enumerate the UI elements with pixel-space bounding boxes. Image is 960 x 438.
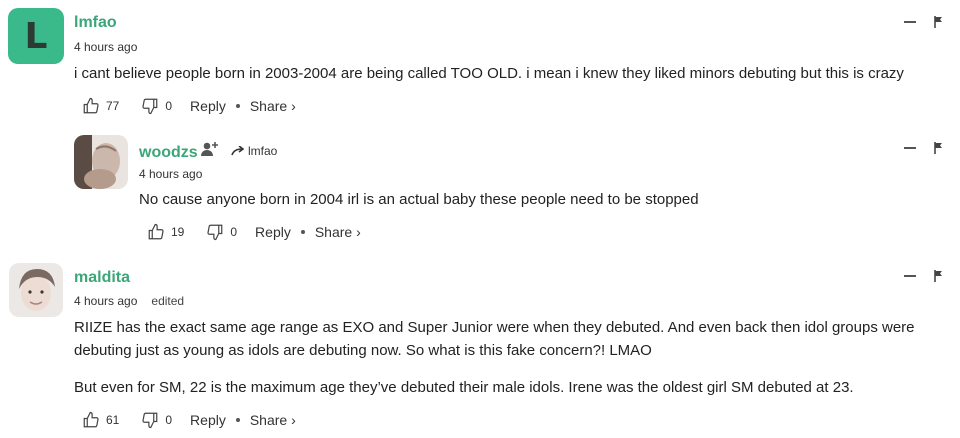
dislike-button[interactable]: 0: [141, 97, 172, 115]
share-button[interactable]: Share ›: [250, 412, 296, 428]
comment-actions: 19 0 Reply Share ›: [147, 222, 361, 242]
collapse-icon[interactable]: [904, 147, 916, 149]
like-button[interactable]: 19: [147, 223, 184, 241]
separator-dot: [235, 418, 240, 422]
dislike-count: 0: [165, 413, 173, 427]
dislike-button[interactable]: 0: [206, 223, 237, 241]
reply-arrow-icon: [231, 146, 245, 156]
share-button[interactable]: Share ›: [315, 224, 361, 240]
username[interactable]: lmfao: [74, 14, 117, 32]
like-button[interactable]: 77: [82, 97, 119, 115]
comment-paragraph: RIIZE has the exact same age range as EX…: [74, 319, 915, 359]
flag-icon[interactable]: [934, 270, 944, 282]
edited-label: edited: [151, 294, 185, 308]
dislike-count: 0: [230, 225, 238, 239]
comment-actions: 77 0 Reply Share ›: [82, 96, 296, 116]
comment-body: RIIZE has the exact same age range as EX…: [74, 316, 954, 399]
share-button[interactable]: Share ›: [250, 98, 296, 114]
thumbs-down-icon: [207, 224, 223, 241]
timestamp-text: 4 hours ago: [74, 294, 138, 308]
comment-body: i cant believe people born in 2003-2004 …: [74, 62, 954, 85]
comment-paragraph: But even for SM, 22 is the maximum age t…: [74, 379, 854, 396]
collapse-icon[interactable]: [904, 275, 916, 277]
avatar[interactable]: L: [8, 8, 64, 64]
avatar-image: [74, 135, 128, 189]
separator-dot: [235, 104, 240, 108]
separator-dot: [300, 230, 305, 234]
avatar-image: [9, 263, 63, 317]
flag-icon[interactable]: [934, 16, 944, 28]
like-button[interactable]: 61: [82, 411, 119, 429]
comment-reply: woodzs lmfao 4 hours ago No cause anyone…: [0, 130, 960, 250]
comment: maldita 4 hours ago edited RIIZE has the …: [0, 250, 960, 438]
thumbs-down-icon: [142, 98, 158, 115]
username[interactable]: maldita: [74, 269, 130, 287]
like-count: 19: [171, 225, 185, 239]
comment-controls: [904, 16, 944, 28]
reply-to-link[interactable]: lmfao: [231, 144, 277, 158]
dislike-button[interactable]: 0: [141, 411, 172, 429]
timestamp: 4 hours ago edited: [74, 294, 184, 308]
thumbs-down-icon: [142, 412, 158, 429]
like-count: 61: [106, 413, 120, 427]
timestamp: 4 hours ago: [139, 167, 203, 181]
thumbs-up-icon: [148, 223, 164, 240]
comment-paragraph: No cause anyone born in 2004 irl is an a…: [139, 191, 699, 208]
reply-button[interactable]: Reply: [255, 224, 291, 240]
follow-user-icon[interactable]: [200, 140, 220, 158]
comment-paragraph: i cant believe people born in 2003-2004 …: [74, 65, 904, 82]
reply-button[interactable]: Reply: [190, 412, 226, 428]
thumbs-up-icon: [83, 411, 99, 428]
like-count: 77: [106, 99, 120, 113]
dislike-count: 0: [165, 99, 173, 113]
reply-button[interactable]: Reply: [190, 98, 226, 114]
reply-to-username: lmfao: [248, 144, 278, 158]
comment: L lmfao 4 hours ago i cant believe peopl…: [0, 0, 960, 130]
collapse-icon[interactable]: [904, 21, 916, 23]
comment-actions: 61 0 Reply Share ›: [82, 410, 296, 430]
comment-controls: [904, 142, 944, 154]
timestamp: 4 hours ago: [74, 40, 138, 54]
comment-controls: [904, 270, 944, 282]
avatar[interactable]: [74, 135, 128, 189]
comment-body: No cause anyone born in 2004 irl is an a…: [139, 188, 939, 211]
avatar[interactable]: [9, 263, 63, 317]
thumbs-up-icon: [83, 97, 99, 114]
username[interactable]: woodzs: [139, 144, 198, 162]
flag-icon[interactable]: [934, 142, 944, 154]
